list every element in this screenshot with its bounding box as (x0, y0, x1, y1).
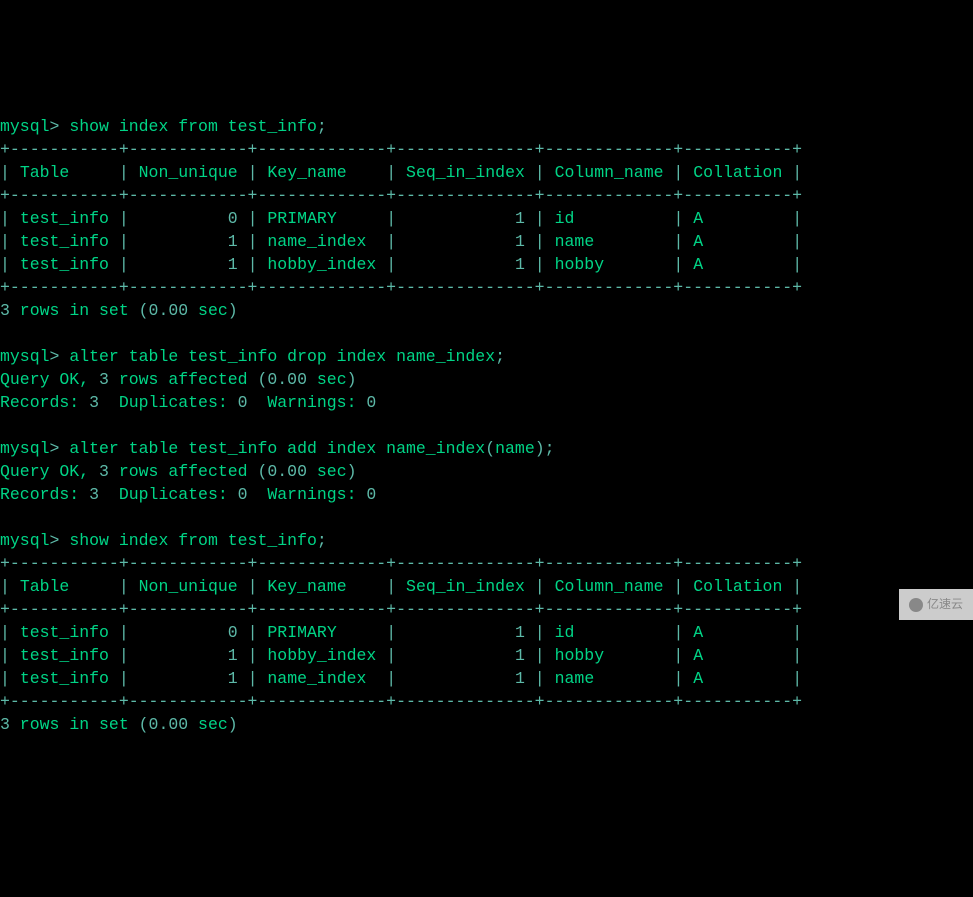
command-text: alter table test_info add index name_ind… (69, 439, 485, 458)
prompt-arrow: > (50, 117, 60, 136)
prompt-line[interactable]: mysql> alter table test_info drop index … (0, 347, 505, 366)
table-border: +-----------+------------+-------------+… (0, 554, 802, 573)
watermark-text: 亿速云 (927, 593, 963, 616)
table-border: +-----------+------------+-------------+… (0, 600, 802, 619)
table-border: +-----------+------------+-------------+… (0, 692, 802, 711)
semicolon: ; (545, 439, 555, 458)
table-border: +-----------+------------+-------------+… (0, 140, 802, 159)
prompt: mysql (0, 531, 50, 550)
prompt-arrow: > (50, 347, 60, 366)
result-line: 3 rows in set (0.00 sec) (0, 715, 238, 734)
table-row: | test_info | 1 | name_index | 1 | name … (0, 232, 802, 251)
query-ok-line: Query OK, 3 rows affected (0.00 sec) (0, 370, 357, 389)
table-header-row: | Table | Non_unique | Key_name | Seq_in… (0, 163, 802, 182)
prompt: mysql (0, 117, 50, 136)
prompt: mysql (0, 439, 50, 458)
result-line: 3 rows in set (0.00 sec) (0, 301, 238, 320)
table-row: | test_info | 0 | PRIMARY | 1 | id | A | (0, 623, 802, 642)
table-header-row: | Table | Non_unique | Key_name | Seq_in… (0, 577, 802, 596)
command-text: alter table test_info drop index name_in… (69, 347, 495, 366)
table-row: | test_info | 1 | hobby_index | 1 | hobb… (0, 646, 802, 665)
watermark: 亿速云 (899, 589, 973, 620)
command-text: show index from test_info (69, 531, 317, 550)
terminal-output: mysql> show index from test_info; +-----… (0, 92, 973, 736)
command-text: show index from test_info (69, 117, 317, 136)
prompt-arrow: > (50, 531, 60, 550)
prompt-line[interactable]: mysql> show index from test_info; (0, 117, 327, 136)
watermark-icon (909, 598, 923, 612)
prompt-line[interactable]: mysql> show index from test_info; (0, 531, 327, 550)
semicolon: ; (317, 117, 327, 136)
query-ok-line: Query OK, 3 rows affected (0.00 sec) (0, 462, 357, 481)
table-row: | test_info | 1 | hobby_index | 1 | hobb… (0, 255, 802, 274)
table-row: | test_info | 1 | name_index | 1 | name … (0, 669, 802, 688)
semicolon: ; (495, 347, 505, 366)
table-row: | test_info | 0 | PRIMARY | 1 | id | A | (0, 209, 802, 228)
prompt: mysql (0, 347, 50, 366)
records-line: Records: 3 Duplicates: 0 Warnings: 0 (0, 485, 376, 504)
prompt-line[interactable]: mysql> alter table test_info add index n… (0, 439, 555, 458)
records-line: Records: 3 Duplicates: 0 Warnings: 0 (0, 393, 376, 412)
prompt-arrow: > (50, 439, 60, 458)
table-border: +-----------+------------+-------------+… (0, 278, 802, 297)
table-border: +-----------+------------+-------------+… (0, 186, 802, 205)
semicolon: ; (317, 531, 327, 550)
